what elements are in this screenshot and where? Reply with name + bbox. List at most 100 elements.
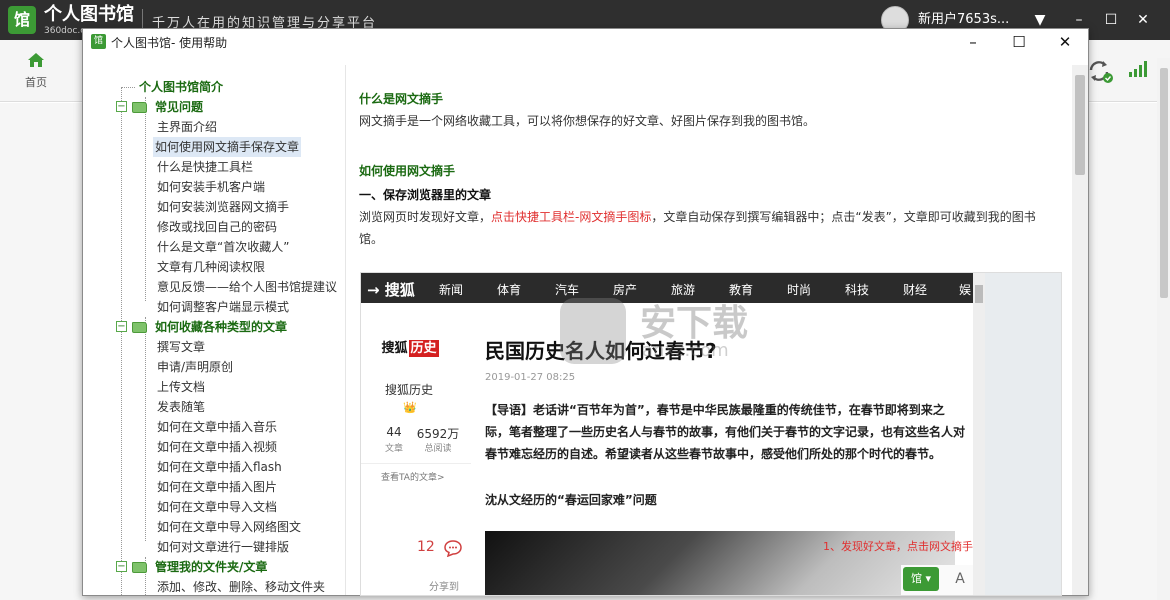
comment-icon	[444, 540, 462, 557]
collapse-icon[interactable]: −	[116, 101, 127, 112]
nav-item[interactable]: 文章有几种阅读权限	[157, 257, 265, 277]
dialog-scrollbar[interactable]	[1072, 65, 1088, 595]
home-button[interactable]: 首页	[18, 52, 54, 96]
signal-icon	[1129, 61, 1147, 77]
author-stat-reads: 6592万	[416, 427, 460, 441]
author-logo-badge: 历史	[408, 340, 439, 357]
home-icon	[28, 53, 44, 67]
example-article-lead: 【导语】老话讲“百节年为首”，春节是中华民族最隆重的传统佳节，在春节即将到来之际…	[485, 403, 966, 461]
nav-item[interactable]: 什么是快捷工具栏	[157, 157, 253, 177]
app-domain: 360doc.c	[44, 26, 86, 36]
site-nav-item: 时尚	[787, 283, 812, 297]
collapse-icon[interactable]: −	[116, 561, 127, 572]
maximize-icon[interactable]: ☐	[1098, 8, 1124, 32]
dialog-scrollbar-thumb[interactable]	[1075, 75, 1085, 175]
dialog-titlebar: 馆 个人图书馆- 使用帮助 – ☐ ✕	[83, 29, 1088, 55]
nav-item[interactable]: 如何安装手机客户端	[157, 177, 265, 197]
tree-line	[145, 97, 146, 301]
close-icon[interactable]: ✕	[1130, 8, 1156, 32]
nav-item[interactable]: 添加、修改、删除、移动文件夹	[157, 577, 325, 595]
nav-item[interactable]: 如何在文章中插入音乐	[157, 417, 277, 437]
para-text: ，文章自动保存到撰写编辑器中；点击“发表”，文章即可收藏到我的图书	[651, 210, 1036, 224]
example-article-date: 2019-01-27 08:25	[485, 372, 576, 383]
subheading-save-browser: 一、保存浏览器里的文章	[359, 188, 492, 202]
nav-item[interactable]: 如何调整客户端显示模式	[157, 297, 289, 317]
app-logo: 馆	[8, 6, 36, 34]
tree-line	[121, 87, 135, 88]
nav-category-faq[interactable]: 常见问题	[155, 97, 203, 117]
para-highlight: 点击快捷工具栏-网文摘手图标	[491, 210, 652, 224]
help-dialog: 馆 个人图书馆- 使用帮助 – ☐ ✕ 个人图书馆简介 − 常见问题 主界面介绍…	[82, 28, 1089, 596]
nav-item[interactable]: 如何安装浏览器网文摘手	[157, 197, 289, 217]
font-icon: A	[955, 571, 965, 587]
nav-item[interactable]: 如何在文章中插入视频	[157, 437, 277, 457]
divider	[361, 463, 471, 464]
heading-how-to: 如何使用网文摘手	[359, 164, 456, 178]
author-logo-text: 搜狐	[381, 341, 408, 356]
tree-line	[121, 87, 122, 595]
site-nav-item: 体育	[497, 283, 522, 297]
folder-icon	[132, 102, 147, 113]
nav-category-collect[interactable]: 如何收藏各种类型的文章	[155, 317, 287, 337]
nav-item[interactable]: 申请/声明原创	[157, 357, 233, 377]
author-stat-label: 文章	[384, 444, 403, 454]
author-name: 搜狐历史	[385, 383, 434, 397]
dialog-minimize-icon[interactable]: –	[951, 29, 995, 55]
share-label: 分享到	[429, 582, 459, 593]
crown-icon: 👑	[403, 401, 417, 414]
nav-item-selected[interactable]: 如何使用网文摘手保存文章	[153, 137, 302, 157]
nav-item[interactable]: 修改或找回自己的密码	[157, 217, 277, 237]
folder-icon	[132, 562, 147, 573]
nav-item[interactable]: 如何在文章中导入文档	[157, 497, 277, 517]
nav-category-manage[interactable]: 管理我的文件夹/文章	[155, 557, 267, 577]
author-stat-label: 总阅读	[424, 444, 452, 454]
home-label: 首页	[25, 76, 47, 89]
collapse-icon[interactable]: −	[116, 321, 127, 332]
site-nav-item: 新闻	[439, 283, 464, 297]
comment-count: 12	[417, 539, 435, 555]
example-article-subhead: 沈从文经历的“春运回家难”问题	[485, 493, 657, 507]
app-scrollbar-thumb[interactable]	[1160, 68, 1168, 298]
nav-item[interactable]: 撰写文章	[157, 337, 205, 357]
nav-item[interactable]: 如何在文章中导入网络图文	[157, 517, 301, 537]
dialog-maximize-icon[interactable]: ☐	[997, 29, 1041, 55]
nav-item[interactable]: 如何在文章中插入图片	[157, 477, 277, 497]
nav-item[interactable]: 主界面介绍	[157, 117, 217, 137]
pane-divider[interactable]	[345, 65, 346, 595]
dialog-logo-icon: 馆	[91, 34, 106, 49]
site-nav-item: 娱	[959, 283, 972, 297]
nav-item[interactable]: 发表随笔	[157, 397, 205, 417]
site-nav-item: 科技	[845, 283, 870, 297]
author-logo: 搜狐 历史	[371, 323, 449, 375]
tip-annotation: 1、发现好文章，点击网文摘手图标	[823, 540, 995, 553]
watermark-text: 安下载	[640, 303, 749, 344]
example-scrollbar-thumb	[975, 285, 983, 303]
nav-item[interactable]: 上传文档	[157, 377, 205, 397]
heading-what-is: 什么是网文摘手	[359, 92, 444, 106]
folder-icon	[132, 322, 147, 333]
para-text: 浏览网页时发现好文章，	[359, 210, 492, 224]
para-text: 馆。	[359, 232, 384, 246]
app-name: 个人图书馆	[44, 4, 134, 25]
app-scrollbar[interactable]	[1157, 58, 1170, 600]
nav-item[interactable]: 如何在文章中插入flash	[157, 457, 282, 477]
tree-line	[145, 317, 146, 541]
watermark-subtext: anxz.com	[642, 340, 729, 361]
site-nav-item: 财经	[903, 283, 928, 297]
sync-icon[interactable]	[1086, 58, 1114, 84]
dialog-close-icon[interactable]: ✕	[1043, 29, 1087, 55]
para-intro: 网文摘手是一个网络收藏工具，可以将你想保存的好文章、好图片保存到我的图书馆。	[359, 114, 816, 128]
nav-item-intro[interactable]: 个人图书馆简介	[139, 77, 223, 97]
help-tree: 个人图书馆简介 − 常见问题 主界面介绍 如何使用网文摘手保存文章 什么是快捷工…	[83, 65, 345, 595]
watermark-logo-icon	[560, 298, 626, 364]
user-name[interactable]: 新用户7653s...	[918, 8, 1009, 27]
nav-item[interactable]: 如何对文章进行一键排版	[157, 537, 289, 557]
dialog-title: 个人图书馆- 使用帮助	[111, 36, 228, 50]
site-logo: → 搜狐	[367, 281, 415, 299]
clip-logo-button: 馆 ▾	[903, 567, 939, 591]
clip-logo-text: 馆	[910, 572, 922, 585]
nav-item[interactable]: 意见反馈——给个人图书馆提建议	[157, 277, 337, 297]
nav-item[interactable]: 什么是文章“首次收藏人”	[157, 237, 289, 257]
example-scrollbar	[973, 273, 985, 595]
author-stat-articles: 44	[386, 425, 402, 439]
